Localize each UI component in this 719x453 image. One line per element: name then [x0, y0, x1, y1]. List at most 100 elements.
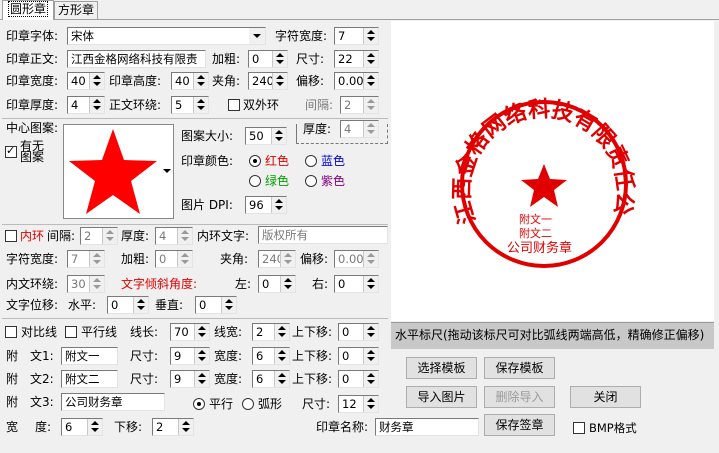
spin-arrows-icon[interactable]	[280, 251, 295, 267]
spin-arrows-icon[interactable]	[363, 28, 378, 44]
att1-width-stepper[interactable]: 6	[252, 347, 290, 365]
spin-arrows-icon[interactable]	[133, 297, 148, 313]
size-stepper[interactable]: 22	[334, 50, 379, 68]
spin-arrows-icon[interactable]	[193, 73, 208, 89]
inner-angle-stepper[interactable]: 240	[258, 250, 296, 268]
seal-width-stepper[interactable]: 40	[67, 72, 105, 90]
horizontal-ruler[interactable]: 水平标尺(拖动该标尺可对比弧线两端高低，精确修正偏移)	[391, 322, 714, 349]
pattern-size-stepper[interactable]: 50	[245, 127, 287, 145]
text-pos-h-stepper[interactable]: 0	[107, 296, 149, 314]
spin-arrows-icon[interactable]	[363, 324, 378, 340]
color-blue-radio[interactable]	[305, 155, 317, 167]
spin-arrows-icon[interactable]	[221, 297, 236, 313]
seal-name-input[interactable]: 财务章	[375, 418, 479, 436]
inner-text-input[interactable]: 版权所有	[258, 226, 388, 244]
text-ring-stepper[interactable]: 5	[171, 96, 209, 114]
inner-char-width-stepper[interactable]: 7	[67, 250, 105, 268]
line-width-stepper[interactable]: 2	[252, 323, 290, 341]
spin-arrows-icon[interactable]	[193, 97, 208, 113]
seal-height-stepper[interactable]: 40	[171, 72, 209, 90]
thickness2-stepper[interactable]: 4	[340, 120, 379, 138]
bmp-format-checkbox[interactable]	[573, 422, 585, 434]
spin-arrows-icon[interactable]	[177, 251, 192, 267]
att1-input[interactable]: 附文一	[61, 347, 118, 365]
save-template-button[interactable]: 保存模板	[484, 357, 555, 379]
att2-size-stepper[interactable]: 9	[170, 370, 210, 388]
inner-gap-stepper[interactable]: 2	[80, 227, 118, 245]
spin-arrows-icon[interactable]	[363, 251, 378, 267]
bottom-width-stepper[interactable]: 6	[61, 418, 103, 436]
thickness-stepper[interactable]: 4	[67, 96, 105, 114]
spin-arrows-icon[interactable]	[102, 228, 117, 244]
line-length-stepper[interactable]: 70	[170, 323, 210, 341]
spin-arrows-icon[interactable]	[87, 419, 102, 435]
spin-arrows-icon[interactable]	[363, 371, 378, 387]
delete-import-button[interactable]: 删除导入	[484, 386, 555, 408]
spin-arrows-icon[interactable]	[177, 228, 192, 244]
double-ring-checkbox[interactable]	[228, 99, 240, 111]
att3-input[interactable]: 公司财务章	[61, 393, 165, 411]
spin-arrows-icon[interactable]	[274, 371, 289, 387]
spin-arrows-icon[interactable]	[274, 348, 289, 364]
spin-arrows-icon[interactable]	[363, 73, 378, 89]
offset-stepper[interactable]: 0.000	[334, 72, 379, 90]
spin-arrows-icon[interactable]	[271, 197, 286, 213]
parallel-line-checkbox[interactable]	[65, 326, 77, 338]
line-move-stepper[interactable]: 0	[338, 323, 379, 341]
color-red-radio[interactable]	[249, 155, 261, 167]
tab-round-seal[interactable]: 圆形章	[2, 0, 54, 20]
spin-arrows-icon[interactable]	[194, 348, 209, 364]
compare-line-checkbox[interactable]	[5, 326, 17, 338]
font-select[interactable]: 宋体	[67, 27, 266, 45]
att3-parallel-radio[interactable]	[193, 398, 205, 410]
spin-arrows-icon[interactable]	[363, 121, 378, 137]
import-image-button[interactable]: 导入图片	[406, 386, 477, 408]
inner-ring-wrap-stepper[interactable]: 30	[67, 275, 105, 293]
spin-arrows-icon[interactable]	[363, 396, 378, 412]
save-signature-button[interactable]: 保存签章	[484, 414, 555, 436]
att2-move-stepper[interactable]: 0	[338, 370, 379, 388]
close-button[interactable]: 关闭	[570, 386, 641, 408]
spin-arrows-icon[interactable]	[89, 73, 104, 89]
bold-stepper[interactable]: 0	[248, 50, 288, 68]
pattern-image-select[interactable]	[63, 124, 174, 219]
att1-move-stepper[interactable]: 0	[338, 347, 379, 365]
tab-square-seal[interactable]: 方形章	[54, 1, 98, 19]
spin-arrows-icon[interactable]	[272, 73, 287, 89]
inner-offset-stepper[interactable]: 0.000	[334, 250, 379, 268]
spin-arrows-icon[interactable]	[280, 276, 295, 292]
color-purple-radio[interactable]	[305, 175, 317, 187]
char-width-stepper[interactable]: 7	[334, 27, 379, 45]
spin-arrows-icon[interactable]	[363, 97, 378, 113]
att1-size-stepper[interactable]: 9	[170, 347, 210, 365]
spin-arrows-icon[interactable]	[178, 419, 193, 435]
spin-arrows-icon[interactable]	[363, 348, 378, 364]
spin-arrows-icon[interactable]	[194, 371, 209, 387]
spin-arrows-icon[interactable]	[272, 51, 287, 67]
tilt-left-stepper[interactable]: 0	[258, 275, 296, 293]
select-template-button[interactable]: 选择模板	[406, 357, 477, 379]
inner-thick-stepper[interactable]: 4	[155, 227, 193, 245]
spin-arrows-icon[interactable]	[89, 251, 104, 267]
chevron-down-icon[interactable]	[249, 28, 265, 44]
att2-width-stepper[interactable]: 6	[252, 370, 290, 388]
dpi-stepper[interactable]: 96	[245, 196, 287, 214]
spin-arrows-icon[interactable]	[89, 276, 104, 292]
spin-arrows-icon[interactable]	[363, 276, 378, 292]
att3-size-stepper[interactable]: 12	[338, 395, 379, 413]
spin-arrows-icon[interactable]	[89, 97, 104, 113]
seal-text-input[interactable]: 江西金格网络科技有限责	[67, 50, 206, 68]
att2-input[interactable]: 附文二	[61, 370, 118, 388]
angle-stepper[interactable]: 240	[248, 72, 288, 90]
spin-arrows-icon[interactable]	[194, 324, 209, 340]
spin-arrows-icon[interactable]	[274, 324, 289, 340]
att3-arc-radio[interactable]	[242, 398, 254, 410]
bottom-move-stepper[interactable]: 2	[152, 418, 194, 436]
tilt-right-stepper[interactable]: 0	[334, 275, 379, 293]
spin-arrows-icon[interactable]	[271, 128, 286, 144]
spin-arrows-icon[interactable]	[363, 51, 378, 67]
inner-bold-stepper[interactable]: 0	[155, 250, 193, 268]
has-pattern-checkbox[interactable]	[5, 144, 17, 158]
gap-stepper[interactable]: 2	[340, 96, 379, 114]
text-pos-v-stepper[interactable]: 0	[195, 296, 237, 314]
